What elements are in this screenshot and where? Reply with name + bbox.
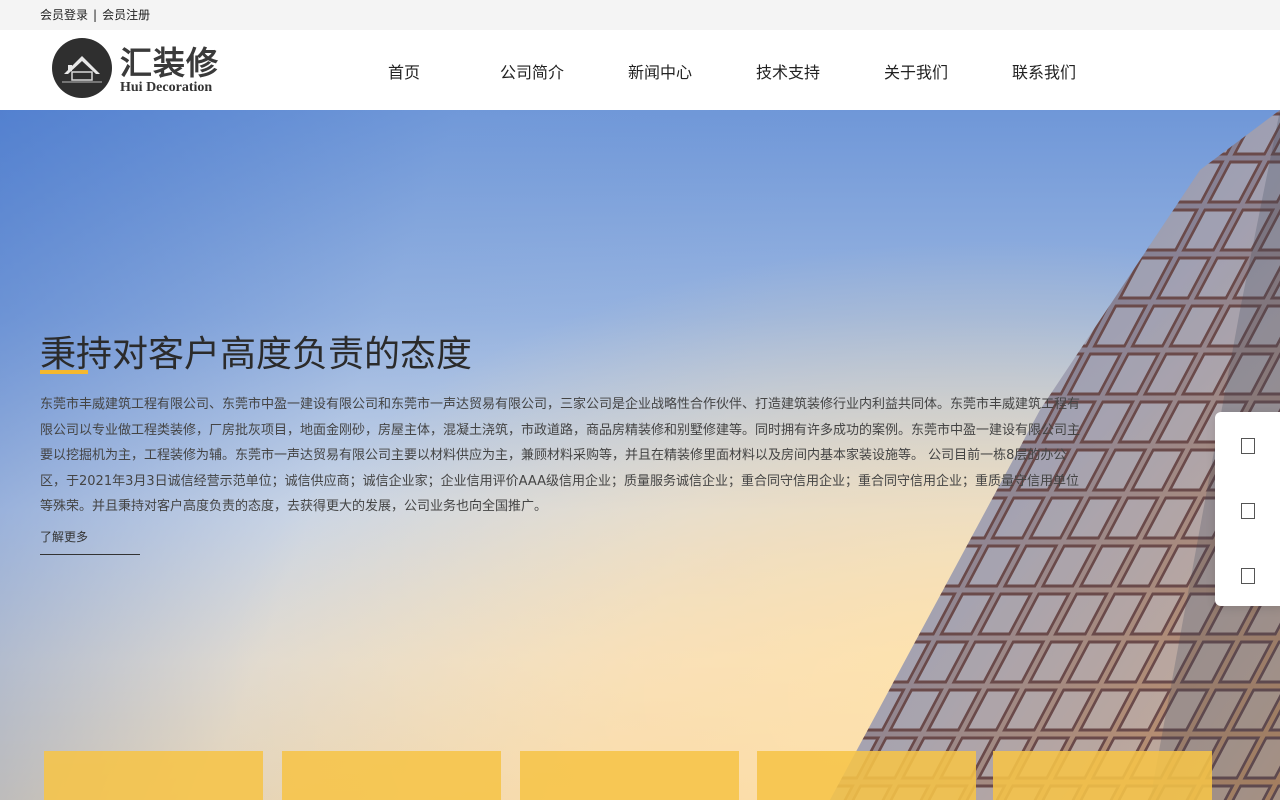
feature-card-5[interactable]	[993, 751, 1212, 800]
link-separator: |	[93, 8, 98, 22]
hero-banner: 秉持对客户高度负责的态度 东莞市丰威建筑工程有限公司、东莞市中盈一建设有限公司和…	[0, 110, 1280, 800]
feature-card-1[interactable]	[44, 751, 263, 800]
feature-card-2[interactable]	[282, 751, 501, 800]
top-bar: 会员登录 | 会员注册	[0, 0, 1280, 30]
feature-cards	[0, 751, 1280, 800]
brand-subtitle: Hui Decoration	[120, 80, 213, 95]
feature-card-3[interactable]	[520, 751, 739, 800]
nav-item-about-us[interactable]: 关于我们	[852, 30, 980, 110]
member-register-link[interactable]: 会员注册	[102, 8, 150, 22]
nav-item-home[interactable]: 首页	[340, 30, 468, 110]
nav-item-about-company[interactable]: 公司简介	[468, 30, 596, 110]
side-square-icon-1[interactable]	[1241, 438, 1255, 454]
brand-name[interactable]: 汇装修	[120, 38, 219, 84]
side-float-panel	[1215, 412, 1280, 606]
member-login-link[interactable]: 会员登录	[40, 8, 88, 22]
nav-item-news[interactable]: 新闻中心	[596, 30, 724, 110]
nav-item-support[interactable]: 技术支持	[724, 30, 852, 110]
hero-description: 东莞市丰威建筑工程有限公司、东莞市中盈一建设有限公司和东莞市一声达贸易有限公司，…	[40, 397, 1081, 514]
learn-more-link[interactable]: 了解更多	[40, 528, 140, 555]
house-logo-icon[interactable]	[52, 38, 112, 98]
hero-title: 秉持对客户高度负责的态度	[40, 334, 473, 375]
site-header: 汇装修 Hui Decoration 首页 公司简介 新闻中心 技术支持 关于我…	[0, 30, 1280, 110]
nav-item-contact[interactable]: 联系我们	[980, 30, 1108, 110]
side-square-icon-3[interactable]	[1241, 568, 1255, 584]
member-links: 会员登录 | 会员注册	[40, 0, 150, 30]
title-underline	[40, 370, 88, 374]
feature-card-4[interactable]	[757, 751, 976, 800]
side-square-icon-2[interactable]	[1241, 503, 1255, 519]
